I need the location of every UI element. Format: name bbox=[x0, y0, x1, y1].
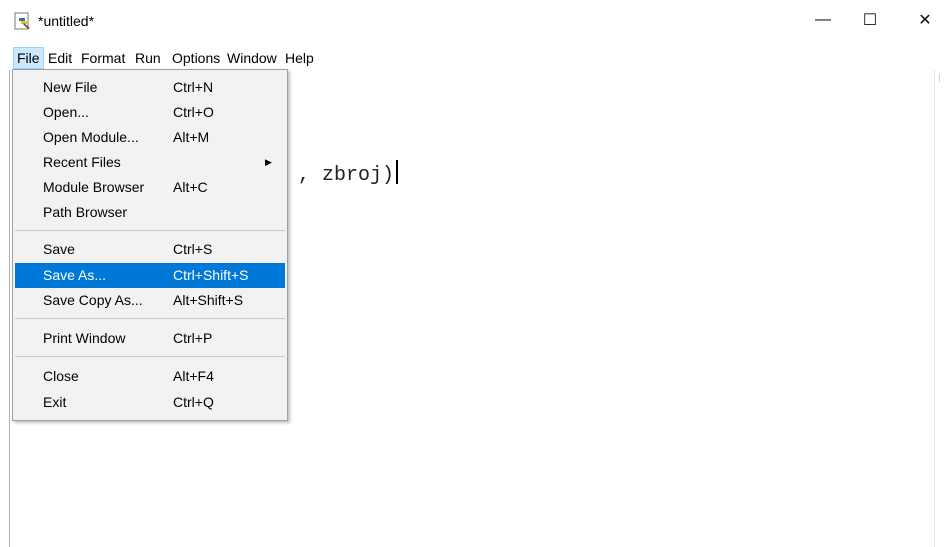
editor-left-border bbox=[9, 70, 10, 547]
menu-item-label: Recent Files bbox=[43, 154, 121, 170]
menu-item-label: Save As... bbox=[43, 267, 107, 283]
menu-item-save-as[interactable]: Save As... Ctrl+Shift+S bbox=[15, 263, 285, 288]
editor-scrollbar-border bbox=[934, 70, 935, 547]
maximize-button[interactable]: ☐ bbox=[847, 0, 893, 40]
menu-item-module-browser[interactable]: Module Browser Alt+C bbox=[15, 175, 285, 200]
menu-item-label: Save bbox=[43, 241, 75, 257]
menu-item-open[interactable]: Open... Ctrl+O bbox=[15, 100, 285, 125]
menu-item-close[interactable]: Close Alt+F4 bbox=[15, 364, 285, 389]
menu-item-shortcut: Ctrl+Shift+S bbox=[173, 267, 249, 283]
menu-run[interactable]: Run bbox=[132, 47, 164, 69]
code-text: , zbroj) bbox=[298, 164, 395, 187]
menu-item-exit[interactable]: Exit Ctrl+Q bbox=[15, 390, 285, 415]
menu-item-label: Close bbox=[43, 368, 79, 384]
menu-item-shortcut: Ctrl+O bbox=[173, 104, 214, 120]
menu-item-shortcut: Alt+C bbox=[173, 179, 208, 195]
menu-item-recent-files[interactable]: Recent Files ▶ bbox=[15, 150, 285, 175]
menu-item-label: Open... bbox=[43, 104, 89, 120]
submenu-arrow-icon: ▶ bbox=[265, 157, 272, 167]
menu-item-label: Module Browser bbox=[43, 179, 145, 195]
close-button[interactable]: ✕ bbox=[902, 0, 948, 40]
menu-options[interactable]: Options bbox=[169, 47, 223, 69]
menu-item-open-module[interactable]: Open Module... Alt+M bbox=[15, 125, 285, 150]
menu-item-path-browser[interactable]: Path Browser bbox=[15, 200, 285, 225]
menu-file[interactable]: File bbox=[13, 47, 44, 69]
menu-item-shortcut: Ctrl+N bbox=[173, 79, 214, 95]
menu-item-shortcut: Alt+F4 bbox=[173, 368, 214, 384]
close-icon: ✕ bbox=[918, 12, 932, 29]
menu-item-print-window[interactable]: Print Window Ctrl+P bbox=[15, 326, 285, 351]
menu-item-new-file[interactable]: New File Ctrl+N bbox=[15, 75, 285, 100]
menu-separator bbox=[15, 318, 285, 319]
menu-item-label: Open Module... bbox=[43, 129, 139, 145]
menu-separator bbox=[15, 230, 285, 231]
window-title: *untitled* bbox=[38, 13, 95, 29]
menu-bar: File Edit Format Run Options Window Help bbox=[0, 44, 948, 70]
menu-item-label: Save Copy As... bbox=[43, 292, 143, 308]
code-line[interactable]: , zbroj) bbox=[298, 160, 399, 187]
menu-item-label: New File bbox=[43, 79, 98, 95]
scrollbar[interactable] bbox=[939, 74, 945, 82]
file-menu-dropdown: New File Ctrl+N Open... Ctrl+O Open Modu… bbox=[12, 69, 288, 421]
menu-item-save[interactable]: Save Ctrl+S bbox=[15, 237, 285, 262]
text-cursor bbox=[396, 160, 399, 184]
menu-item-label: Path Browser bbox=[43, 204, 128, 220]
maximize-icon: ☐ bbox=[862, 12, 878, 29]
menu-help[interactable]: Help bbox=[282, 47, 317, 69]
menu-separator bbox=[15, 356, 285, 357]
minimize-button[interactable]: — bbox=[800, 0, 846, 40]
menu-item-label: Exit bbox=[43, 394, 67, 410]
menu-item-label: Print Window bbox=[43, 330, 126, 346]
menu-item-save-copy-as[interactable]: Save Copy As... Alt+Shift+S bbox=[15, 288, 285, 313]
menu-item-shortcut: Ctrl+Q bbox=[173, 394, 214, 410]
menu-edit[interactable]: Edit bbox=[45, 47, 75, 69]
menu-item-shortcut: Ctrl+P bbox=[173, 330, 213, 346]
menu-window[interactable]: Window bbox=[224, 47, 280, 69]
python-idle-icon bbox=[14, 12, 32, 30]
title-bar: *untitled* — ☐ ✕ bbox=[0, 0, 948, 44]
minimize-icon: — bbox=[815, 11, 831, 28]
menu-item-shortcut: Alt+M bbox=[173, 129, 210, 145]
menu-item-shortcut: Alt+Shift+S bbox=[173, 292, 244, 308]
menu-format[interactable]: Format bbox=[78, 47, 128, 69]
menu-item-shortcut: Ctrl+S bbox=[173, 241, 213, 257]
